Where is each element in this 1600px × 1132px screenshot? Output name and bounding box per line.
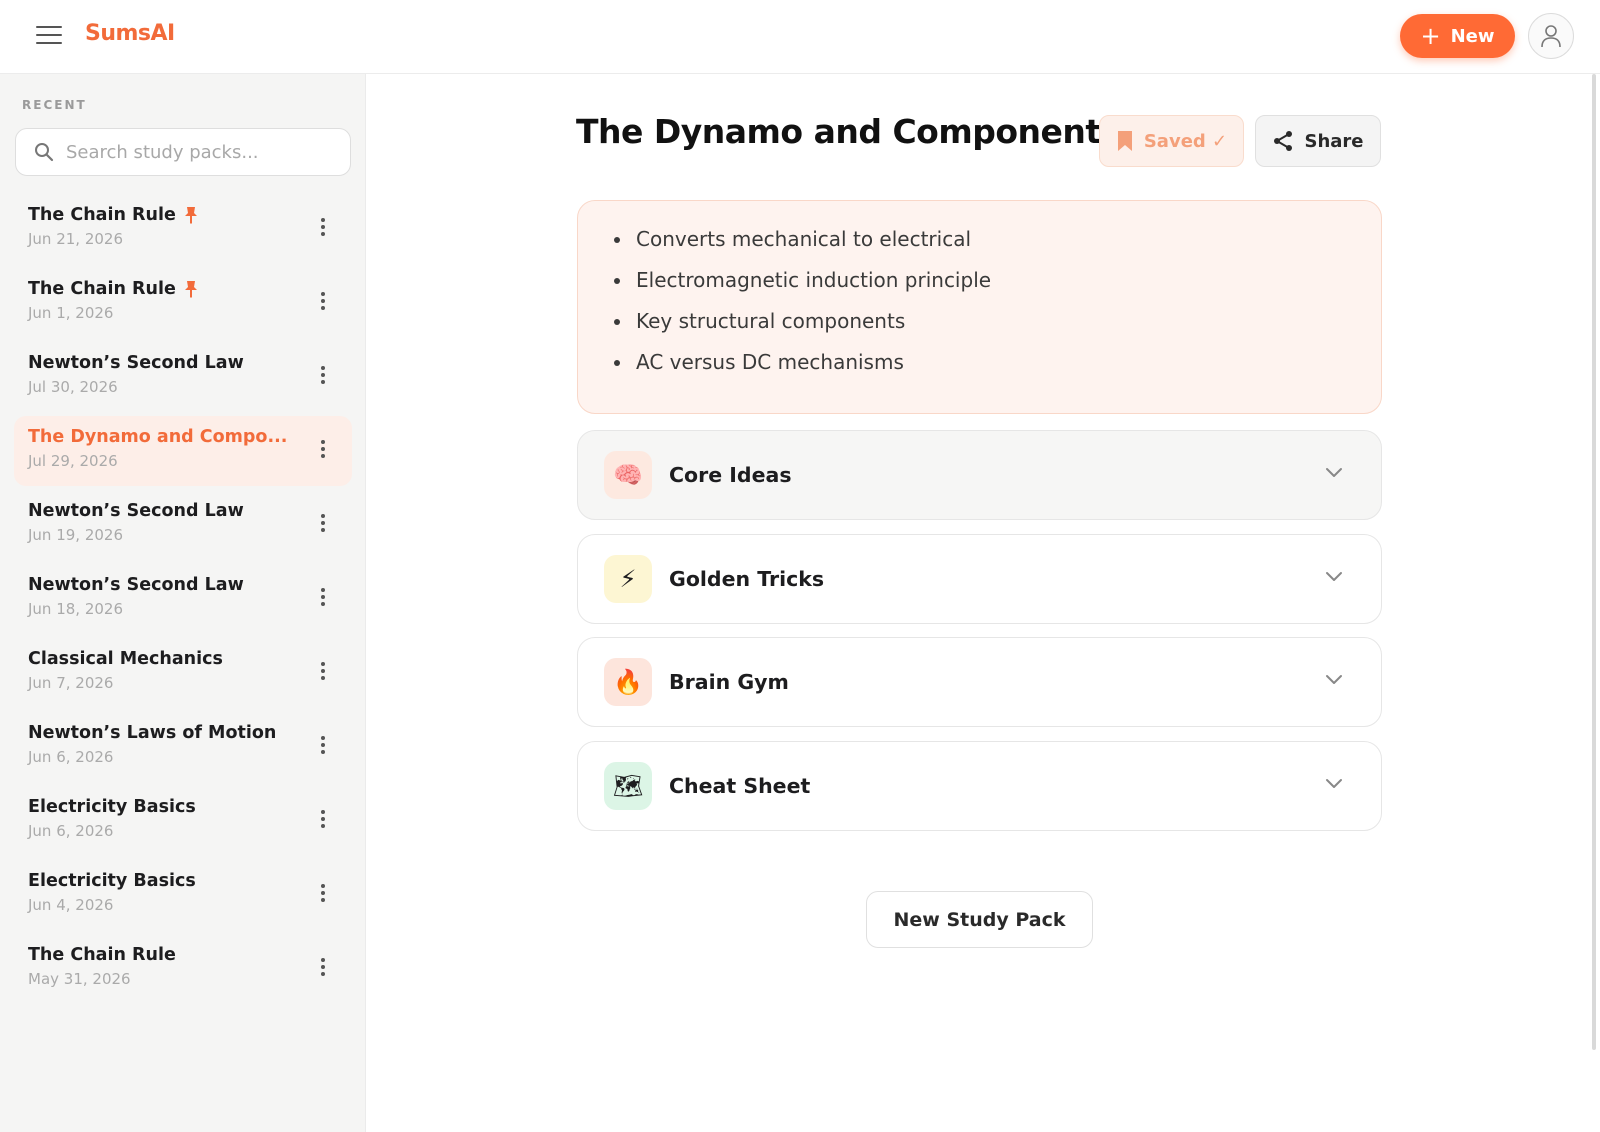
more-options-icon[interactable] (314, 880, 332, 906)
more-options-icon[interactable] (314, 806, 332, 832)
recent-section-label: RECENT (22, 98, 87, 112)
more-options-icon[interactable] (314, 658, 332, 684)
pin-icon (184, 207, 197, 224)
share-icon (1274, 131, 1293, 151)
pin-icon (184, 281, 197, 298)
more-options-icon[interactable] (314, 288, 332, 314)
section-golden-tricks[interactable]: ⚡ Golden Tricks (577, 534, 1382, 624)
recent-item-title: Newton’s Laws of Motion (28, 723, 277, 743)
recent-item[interactable]: Newton’s Laws of Motion Jun 6, 2026 (14, 712, 352, 782)
chevron-down-icon (1326, 468, 1342, 477)
section-core-ideas[interactable]: 🧠 Core Ideas (577, 430, 1382, 520)
search-box[interactable] (15, 128, 351, 176)
recent-item[interactable]: The Dynamo and Compo... Jul 29, 2026 (14, 416, 352, 486)
section-title: Golden Tricks (669, 567, 825, 591)
recent-item-date: Jun 21, 2026 (28, 230, 124, 248)
new-study-pack-button[interactable]: New Study Pack (866, 891, 1093, 948)
bookmark-icon (1117, 131, 1132, 151)
recent-item-date: Jun 1, 2026 (28, 304, 114, 322)
recent-item-title: Electricity Basics (28, 797, 196, 817)
brain-icon: 🧠 (604, 451, 652, 499)
recent-item-date: Jul 29, 2026 (28, 452, 118, 470)
recent-item-title: The Chain Rule (28, 279, 176, 299)
more-options-icon[interactable] (314, 584, 332, 610)
brand-logo[interactable]: SumsAI (85, 21, 175, 46)
sidebar: RECENT The Chain RuleJun 21, 2026The Cha… (0, 74, 366, 1132)
recent-item-date: Jun 6, 2026 (28, 748, 114, 766)
new-button[interactable]: + New (1400, 14, 1515, 58)
recent-item-title: Electricity Basics (28, 871, 196, 891)
lightning-icon: ⚡ (604, 555, 652, 603)
recent-item[interactable]: Newton’s Second Law Jun 19, 2026 (14, 490, 352, 560)
recent-item-title: Classical Mechanics (28, 649, 223, 669)
section-brain-gym[interactable]: 🔥 Brain Gym (577, 637, 1382, 727)
summary-point: AC versus DC mechanisms (614, 350, 1381, 391)
chevron-down-icon (1326, 675, 1342, 684)
share-button[interactable]: Share (1255, 115, 1381, 167)
page-title: The Dynamo and Components (576, 112, 1120, 151)
section-cheat-sheet[interactable]: 🗺 Cheat Sheet (577, 741, 1382, 831)
recent-item-date: Jun 19, 2026 (28, 526, 124, 544)
recent-item[interactable]: Classical Mechanics Jun 7, 2026 (14, 638, 352, 708)
recent-item-date: Jun 4, 2026 (28, 896, 114, 914)
recent-item-date: May 31, 2026 (28, 970, 131, 988)
recent-item[interactable]: Electricity Basics Jun 4, 2026 (14, 860, 352, 930)
summary-point: Key structural components (614, 309, 1381, 350)
recent-item-date: Jun 18, 2026 (28, 600, 124, 618)
recent-item[interactable]: Electricity Basics Jun 6, 2026 (14, 786, 352, 856)
main-content: The Dynamo and Components Saved ✓ Share … (366, 74, 1592, 1132)
section-title: Core Ideas (669, 463, 792, 487)
user-avatar-button[interactable] (1528, 13, 1574, 59)
recent-item[interactable]: The Chain Rule Jun 1, 2026 (14, 268, 352, 338)
more-options-icon[interactable] (314, 214, 332, 240)
recent-item[interactable]: Newton’s Second Law Jun 18, 2026 (14, 564, 352, 634)
plus-icon: + (1420, 22, 1441, 50)
search-input[interactable] (66, 141, 326, 163)
more-options-icon[interactable] (314, 510, 332, 536)
more-options-icon[interactable] (314, 436, 332, 462)
chevron-down-icon (1326, 572, 1342, 581)
recent-item[interactable]: The Chain Rule May 31, 2026 (14, 934, 352, 1004)
recent-item-date: Jul 30, 2026 (28, 378, 118, 396)
recent-item-title: The Dynamo and Compo... (28, 427, 288, 447)
recent-item-title: Newton’s Second Law (28, 353, 244, 373)
search-icon (35, 143, 54, 162)
top-bar: SumsAI + New (0, 0, 1600, 74)
scrollbar[interactable] (1592, 74, 1596, 1050)
summary-card: Converts mechanical to electrical Electro… (577, 200, 1382, 414)
summary-point: Electromagnetic induction principle (614, 268, 1381, 309)
recent-item-title: Newton’s Second Law (28, 501, 244, 521)
section-title: Brain Gym (669, 670, 789, 694)
section-title: Cheat Sheet (669, 774, 811, 798)
recent-item[interactable]: Newton’s Second Law Jul 30, 2026 (14, 342, 352, 412)
recent-item-title: The Chain Rule (28, 945, 176, 965)
recent-item-date: Jun 6, 2026 (28, 822, 114, 840)
recent-item[interactable]: The Chain Rule Jun 21, 2026 (14, 194, 352, 264)
map-icon: 🗺 (604, 762, 652, 810)
fire-icon: 🔥 (604, 658, 652, 706)
user-icon (1541, 25, 1561, 48)
more-options-icon[interactable] (314, 954, 332, 980)
summary-point: Converts mechanical to electrical (614, 227, 1381, 268)
summary-list: Converts mechanical to electrical Electro… (614, 227, 1381, 391)
new-button-label: New (1450, 25, 1495, 47)
recent-item-title: The Chain Rule (28, 205, 176, 225)
hamburger-menu-icon[interactable] (36, 26, 62, 46)
recent-list: The Chain Rule Jun 21, 2026 The Chain Rule… (14, 194, 352, 1008)
more-options-icon[interactable] (314, 362, 332, 388)
recent-item-date: Jun 7, 2026 (28, 674, 114, 692)
saved-button[interactable]: Saved ✓ (1099, 115, 1244, 167)
saved-button-label: Saved ✓ (1143, 130, 1228, 152)
chevron-down-icon (1326, 779, 1342, 788)
share-button-label: Share (1304, 130, 1364, 152)
recent-item-title: Newton’s Second Law (28, 575, 244, 595)
more-options-icon[interactable] (314, 732, 332, 758)
